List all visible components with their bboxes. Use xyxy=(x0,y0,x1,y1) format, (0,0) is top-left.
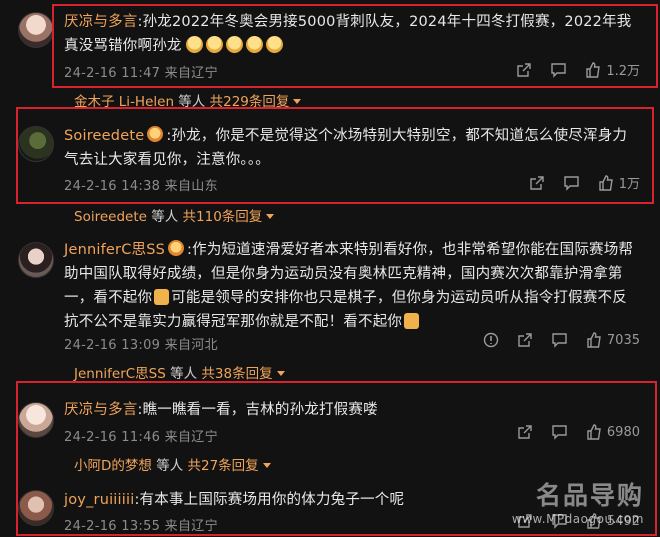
share-icon[interactable] xyxy=(529,175,545,191)
reply-summary[interactable]: 金木子 Li-Helen 等人 共229条回复 xyxy=(74,90,302,110)
reply-summary[interactable]: Soireedete 等人 共110条回复 xyxy=(74,205,275,225)
comment-meta: 24-2-16 13:55 来自辽宁 xyxy=(64,519,218,534)
reply-mid: 等人 xyxy=(146,209,183,225)
like-count: 7035 xyxy=(606,332,640,348)
crying-face-icon xyxy=(206,36,224,53)
share-icon[interactable] xyxy=(516,62,532,78)
comment-icon[interactable] xyxy=(551,424,568,440)
reply-usernames: Soireedete xyxy=(74,209,147,225)
comment-body: :孙龙2022年冬奥会男接5000背刺队友，2024年十四冬打假赛，2022年我… xyxy=(64,14,632,54)
avatar[interactable] xyxy=(18,242,54,278)
report-icon[interactable] xyxy=(483,332,499,348)
comment-text: 厌凉与多言:孙龙2022年冬奥会男接5000背刺队友，2024年十四冬打假赛，2… xyxy=(64,10,634,58)
watermark: 名品导购 www.MPdaogou.com xyxy=(512,476,644,526)
reply-mid: 等人 xyxy=(174,94,210,110)
comment-actions: 6980 xyxy=(517,424,640,440)
comment-actions: 1.2万 xyxy=(516,60,640,79)
reply-mid: 等人 xyxy=(151,458,188,474)
chevron-down-icon xyxy=(276,371,285,376)
comment-actions: 1万 xyxy=(529,173,640,192)
reply-summary[interactable]: JenniferC思SS 等人 共38条回复 xyxy=(74,362,285,382)
comment-username[interactable]: 厌凉与多言 xyxy=(64,14,138,30)
comment-username[interactable]: JenniferC思SS xyxy=(64,242,165,258)
avatar[interactable] xyxy=(18,12,54,48)
comment-meta: 24-2-16 11:46 来自辽宁 xyxy=(64,430,218,445)
reply-usernames: 小阿D的梦想 xyxy=(74,458,152,474)
comment-icon[interactable] xyxy=(551,332,568,348)
comment-meta: 24-2-16 11:47 来自辽宁 xyxy=(64,66,218,81)
comment-username[interactable]: Soireedete xyxy=(64,128,144,144)
comment-text: Soireedete:孙龙，你是不是觉得这个冰场特别大特别空，都不知道怎么使尽浑… xyxy=(64,124,634,172)
like-button[interactable]: 7035 xyxy=(586,332,640,348)
crying-face-icon xyxy=(186,36,204,53)
crying-face-icon xyxy=(246,36,264,53)
avatar[interactable] xyxy=(18,402,54,438)
crown-badge-icon xyxy=(168,240,185,256)
chevron-down-icon xyxy=(262,463,271,468)
comment-body: :瞧一瞧看一看，吉林的孙龙打假赛喽 xyxy=(137,402,378,418)
reply-count: 共229条回复 xyxy=(209,94,290,110)
chevron-down-icon xyxy=(266,214,275,219)
comment-icon[interactable] xyxy=(563,175,580,191)
like-button[interactable]: 6980 xyxy=(586,424,640,440)
share-icon[interactable] xyxy=(517,332,533,348)
crown-badge-icon xyxy=(147,126,164,142)
chevron-down-icon xyxy=(293,99,302,104)
thumbs-down-icon xyxy=(154,289,170,305)
watermark-title: 名品导购 xyxy=(535,481,644,510)
reply-mid: 等人 xyxy=(165,366,202,382)
share-icon[interactable] xyxy=(517,424,533,440)
thumbs-down-icon xyxy=(404,313,420,329)
reply-usernames: JenniferC思SS xyxy=(74,366,166,382)
comment-username[interactable]: 厌凉与多言 xyxy=(64,402,138,418)
crying-face-icon xyxy=(226,36,244,53)
reply-count: 共110条回复 xyxy=(182,209,263,225)
reply-usernames: 金木子 Li-Helen xyxy=(74,94,175,110)
comment-body: :有本事上国际赛场用你的体力兔子一个呢 xyxy=(134,492,405,508)
comment-actions: 7035 xyxy=(483,332,640,348)
avatar[interactable] xyxy=(18,490,54,526)
avatar[interactable] xyxy=(18,126,54,162)
like-count: 1万 xyxy=(618,177,640,192)
reply-count: 共27条回复 xyxy=(187,458,259,474)
crying-face-icon xyxy=(266,36,284,53)
like-button[interactable]: 1万 xyxy=(598,173,640,192)
comment-meta: 24-2-16 13:09 来自河北 xyxy=(64,338,218,353)
comment-meta: 24-2-16 14:38 来自山东 xyxy=(64,179,218,194)
comment-text: 厌凉与多言:瞧一瞧看一看，吉林的孙龙打假赛喽 xyxy=(64,398,634,422)
reply-summary[interactable]: 小阿D的梦想 等人 共27条回复 xyxy=(74,454,271,474)
like-count: 1.2万 xyxy=(606,64,640,79)
comment-icon[interactable] xyxy=(550,62,567,78)
like-button[interactable]: 1.2万 xyxy=(585,60,640,79)
watermark-url: www.MPdaogou.com xyxy=(511,512,644,526)
like-count: 6980 xyxy=(606,424,640,440)
comment-username[interactable]: joy_ruiiiiii xyxy=(64,492,134,508)
reply-count: 共38条回复 xyxy=(201,366,273,382)
comment-text: JenniferC思SS:作为短道速滑爱好者本来特别看好你，也非常希望你能在国际… xyxy=(64,238,634,334)
